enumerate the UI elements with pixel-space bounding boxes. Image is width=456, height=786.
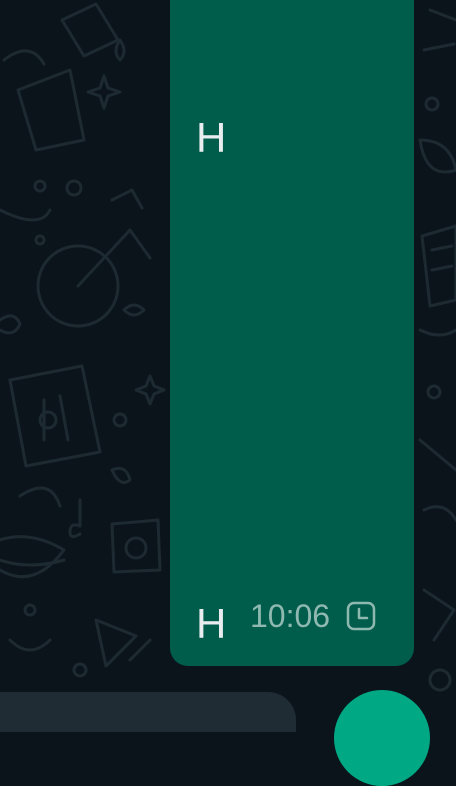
message-timestamp: 10:06: [250, 598, 331, 634]
message-text-line: H: [196, 600, 227, 647]
outgoing-message-bubble[interactable]: H H 10:06: [170, 0, 414, 666]
message-input-bar[interactable]: [0, 692, 296, 732]
clock-icon: [346, 601, 376, 631]
mic-button[interactable]: [334, 690, 430, 786]
message-text-line: H: [196, 114, 227, 161]
message-meta: 10:06: [250, 600, 376, 632]
